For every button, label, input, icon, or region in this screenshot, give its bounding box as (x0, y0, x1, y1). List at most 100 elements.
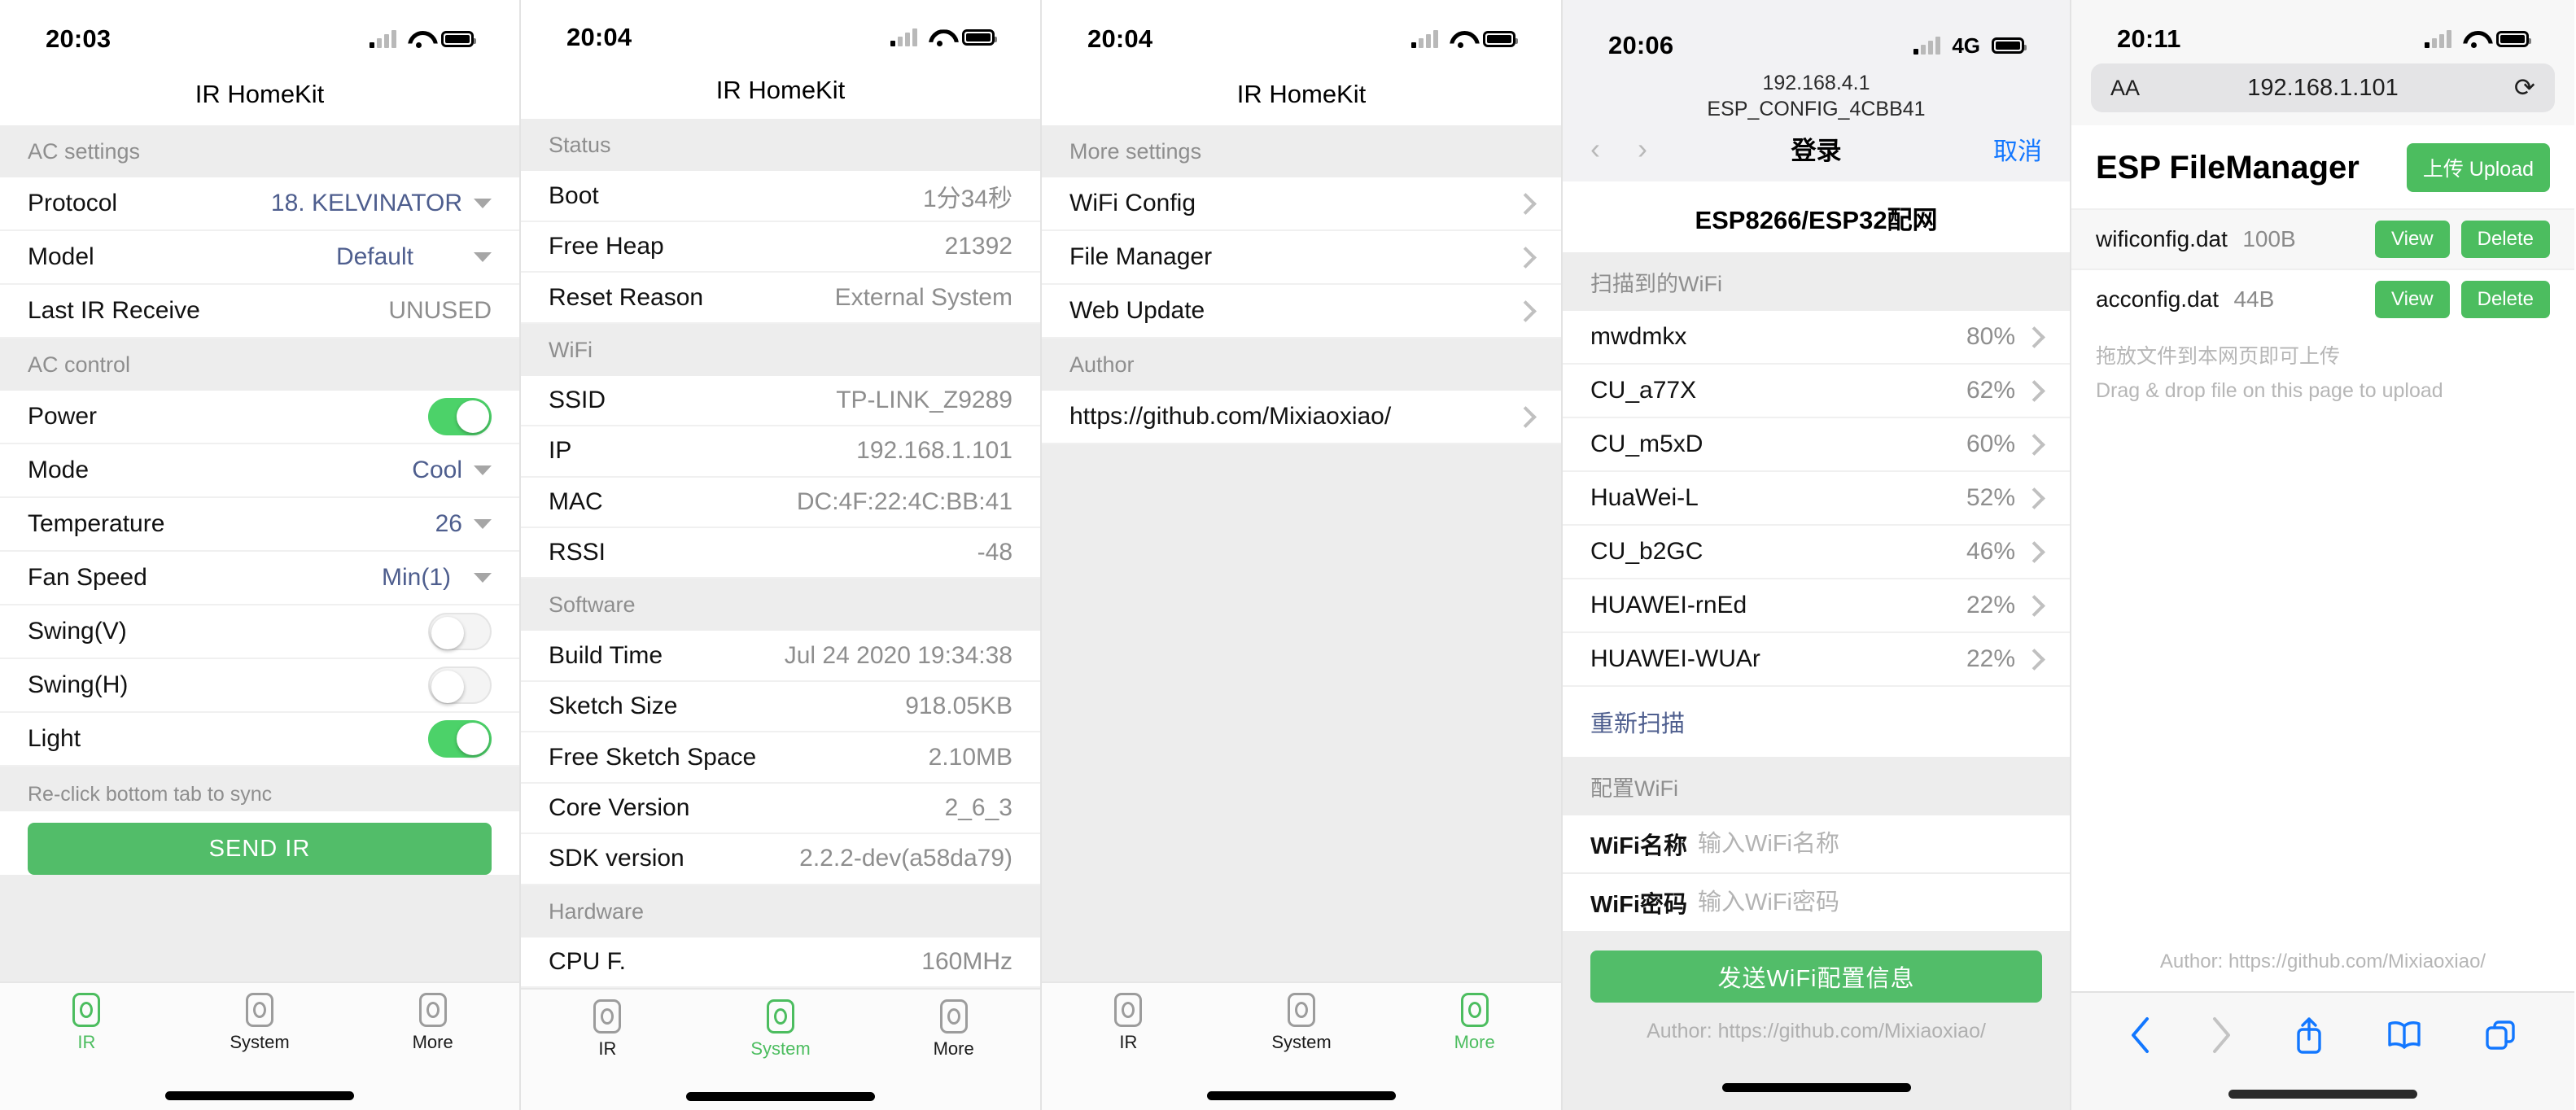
row-light[interactable]: Light (0, 713, 519, 767)
cellular-bars-icon (370, 30, 396, 48)
swing-h-toggle[interactable] (428, 666, 492, 704)
status-icons (370, 30, 476, 48)
delete-button[interactable]: Delete (2460, 221, 2550, 258)
tab-more[interactable]: More (346, 993, 519, 1053)
tab-label: More (1454, 1032, 1495, 1052)
delete-button[interactable]: Delete (2460, 281, 2550, 318)
battery-icon (2496, 31, 2531, 47)
row-cpu-frequency: CPU F. 160MHz (521, 937, 1040, 989)
row-temperature[interactable]: Temperature 26 (0, 498, 519, 552)
wifi-network-row[interactable]: mwdmkx 80% (1563, 311, 2070, 365)
row-power[interactable]: Power (0, 391, 519, 444)
tab-more[interactable]: More (867, 999, 1040, 1060)
row-rssi: RSSI -48 (521, 528, 1040, 579)
rescan-link[interactable]: 重新扫描 (1563, 687, 2070, 757)
row-label: Swing(H) (28, 671, 129, 698)
chevron-down-icon (474, 573, 492, 583)
field-wifi-password[interactable]: WiFi密码 (1563, 874, 2070, 933)
tab-bar: IR System More (1042, 981, 1561, 1081)
wifi-network-row[interactable]: HuaWei-L 52% (1563, 472, 2070, 526)
tab-system[interactable]: System (173, 993, 347, 1053)
text-size-button[interactable]: AA (2110, 76, 2176, 101)
row-fan-speed[interactable]: Fan Speed Min(1) (0, 552, 519, 605)
cellular-bars-icon (890, 28, 917, 47)
chevron-right-icon (1515, 299, 1537, 322)
bookmarks-icon[interactable] (2386, 1020, 2423, 1051)
tabs-icon[interactable] (2484, 1019, 2517, 1051)
row-value: 26 (435, 510, 492, 538)
wifi-ssid: CU_b2GC (1590, 538, 1703, 565)
row-web-update[interactable]: Web Update (1042, 285, 1561, 339)
power-toggle[interactable] (428, 398, 492, 435)
row-protocol[interactable]: Protocol 18. KELVINATOR (0, 177, 519, 231)
wifi-network-row[interactable]: HUAWEI-rnEd 22% (1563, 579, 2070, 633)
row-author-link[interactable]: https://github.com/Mixiaoxiao/ (1042, 391, 1561, 444)
upload-button[interactable]: 上传 Upload (2406, 143, 2550, 192)
row-model[interactable]: Model Default (0, 231, 519, 285)
chevron-right-icon (2023, 326, 2045, 348)
view-button[interactable]: View (2375, 281, 2450, 318)
file-name: wificonfig.dat (2096, 226, 2228, 251)
tab-ir[interactable]: IR (521, 999, 694, 1060)
row-label: Core Version (549, 794, 690, 822)
filler (0, 875, 519, 981)
tab-ir[interactable]: IR (0, 993, 173, 1053)
swing-v-toggle[interactable] (428, 613, 492, 650)
url-text[interactable]: 192.168.1.101 (2176, 75, 2470, 102)
wifi-network-row[interactable]: CU_a77X 62% (1563, 365, 2070, 418)
panel-system-info: 20:04 IR HomeKit Status Boot 1分34秒 Free … (521, 0, 1042, 1110)
row-label: https://github.com/Mixiaoxiao/ (1069, 403, 1392, 430)
row-value: Min(1) (382, 564, 492, 592)
row-label: Boot (549, 181, 599, 209)
chevron-right-icon[interactable]: › (1638, 133, 1647, 164)
row-mac: MAC DC:4F:22:4C:BB:41 (521, 477, 1040, 529)
light-toggle[interactable] (428, 720, 492, 758)
row-swing-v[interactable]: Swing(V) (0, 605, 519, 659)
row-file-manager[interactable]: File Manager (1042, 231, 1561, 285)
reload-icon[interactable]: ⟳ (2470, 73, 2535, 103)
wifi-icon (2463, 31, 2485, 48)
view-button[interactable]: View (2375, 221, 2450, 258)
tab-system[interactable]: System (694, 999, 868, 1060)
chevron-down-icon (474, 252, 492, 262)
tab-system[interactable]: System (1215, 993, 1389, 1053)
chevron-left-icon[interactable]: ‹ (1590, 133, 1600, 164)
submit-wifi-config-button[interactable]: 发送WiFi配置信息 (1590, 950, 2042, 1003)
back-icon[interactable] (2129, 1016, 2150, 1054)
tab-ir[interactable]: IR (1042, 993, 1215, 1053)
wifi-password-input[interactable] (1696, 888, 2042, 917)
file-actions: View Delete (2375, 281, 2550, 318)
address-bar[interactable]: AA 192.168.1.101 ⟳ (2091, 63, 2555, 112)
field-wifi-name[interactable]: WiFi名称 (1563, 815, 2070, 874)
row-swing-h[interactable]: Swing(H) (0, 659, 519, 713)
wifi-network-row[interactable]: HUAWEI-WUAr 22% (1563, 633, 2070, 687)
row-value: UNUSED (388, 297, 492, 324)
temperature-value: 26 (435, 510, 462, 537)
send-ir-button[interactable]: SEND IR (28, 823, 492, 875)
wifi-strength: 22% (1966, 592, 2045, 619)
upload-hint-cn: 拖放文件到本网页即可上传 (2096, 345, 2341, 368)
status-time: 20:04 (1087, 24, 1153, 53)
home-indicator (1042, 1081, 1561, 1110)
share-icon[interactable] (2293, 1015, 2325, 1055)
tab-more[interactable]: More (1388, 993, 1561, 1053)
chevron-down-icon (474, 199, 492, 208)
row-label: IP (549, 437, 572, 465)
status-time: 20:03 (46, 24, 112, 53)
row-wifi-config[interactable]: WiFi Config (1042, 177, 1561, 231)
row-label: Free Sketch Space (549, 743, 757, 771)
file-actions: View Delete (2375, 221, 2550, 258)
row-mode[interactable]: Mode Cool (0, 444, 519, 498)
wifi-network-row[interactable]: CU_b2GC 46% (1563, 526, 2070, 579)
status-time: 20:04 (566, 23, 632, 52)
row-label: WiFi Config (1069, 190, 1196, 216)
status-icons: 4G (1913, 33, 2027, 59)
panel-captive-portal: 20:06 4G 192.168.4.1 ESP_CONFIG_4CBB41 ‹… (1563, 0, 2071, 1110)
section-header-wifi: WiFi (521, 323, 1040, 376)
chevron-down-icon (474, 465, 492, 475)
wifi-network-row[interactable]: CU_m5xD 60% (1563, 418, 2070, 472)
chevron-right-icon (2023, 540, 2045, 563)
forward-icon[interactable] (2211, 1016, 2233, 1054)
cancel-button[interactable]: 取消 (1904, 131, 2042, 167)
wifi-name-input[interactable] (1696, 829, 2042, 859)
